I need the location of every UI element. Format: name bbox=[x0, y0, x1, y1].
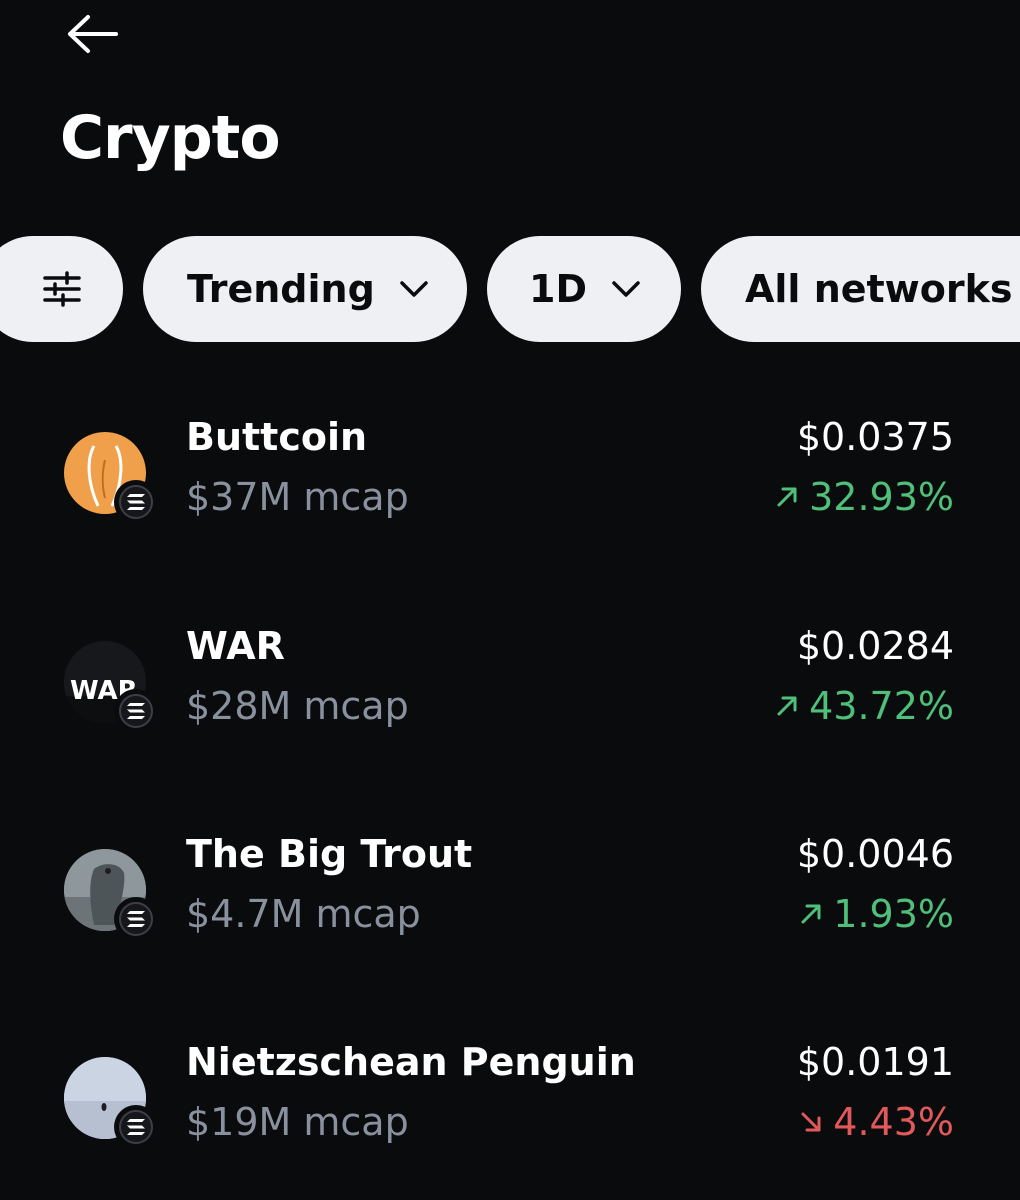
crypto-screen: Crypto Trending 1D All networks Buttcoin… bbox=[0, 0, 1020, 1200]
asset-price: $0.0375 bbox=[796, 415, 954, 459]
arrow-up-right-icon bbox=[775, 694, 799, 718]
sliders-icon bbox=[42, 271, 81, 307]
asset-name: Buttcoin bbox=[186, 415, 368, 459]
asset-change-value: 1.93% bbox=[833, 892, 954, 936]
period-dropdown-label: 1D bbox=[529, 267, 587, 311]
asset-price: $0.0284 bbox=[796, 624, 954, 668]
solana-icon bbox=[127, 1119, 145, 1135]
solana-icon bbox=[127, 911, 145, 927]
period-dropdown[interactable]: 1D bbox=[487, 236, 681, 342]
page-title: Crypto bbox=[60, 103, 281, 173]
asset-name: The Big Trout bbox=[186, 832, 473, 876]
chevron-down-icon bbox=[611, 279, 641, 299]
arrow-down-right-icon bbox=[799, 1110, 823, 1134]
asset-name: WAR bbox=[186, 624, 285, 668]
solana-icon bbox=[127, 703, 145, 719]
solana-icon bbox=[127, 494, 145, 510]
asset-market-cap: $19M mcap bbox=[186, 1100, 409, 1144]
asset-change: 43.72% bbox=[775, 681, 954, 731]
asset-market-cap: $28M mcap bbox=[186, 684, 409, 728]
filter-bar: Trending 1D All networks bbox=[0, 236, 1020, 342]
asset-change-value: 4.43% bbox=[833, 1100, 954, 1144]
asset-row[interactable]: Buttcoin $37M mcap $0.0375 32.93% bbox=[0, 412, 1020, 562]
asset-row[interactable]: The Big Trout $4.7M mcap $0.0046 1.93% bbox=[0, 829, 1020, 979]
filter-settings-button[interactable] bbox=[0, 236, 123, 342]
network-badge bbox=[114, 689, 158, 733]
sort-dropdown-label: Trending bbox=[187, 267, 375, 311]
chevron-down-icon bbox=[399, 279, 429, 299]
asset-change: 32.93% bbox=[775, 472, 954, 522]
asset-change: 1.93% bbox=[799, 889, 954, 939]
asset-row[interactable]: Nietzschean Penguin $19M mcap $0.0191 4.… bbox=[0, 1037, 1020, 1187]
asset-price: $0.0046 bbox=[796, 832, 954, 876]
sort-dropdown[interactable]: Trending bbox=[143, 236, 467, 342]
arrow-up-right-icon bbox=[799, 902, 823, 926]
asset-name: Nietzschean Penguin bbox=[186, 1040, 636, 1084]
asset-price: $0.0191 bbox=[796, 1040, 954, 1084]
asset-change-value: 32.93% bbox=[809, 475, 954, 519]
asset-change-value: 43.72% bbox=[809, 684, 954, 728]
asset-change: 4.43% bbox=[799, 1097, 954, 1147]
network-dropdown-label: All networks bbox=[745, 267, 1013, 311]
network-badge bbox=[114, 1105, 158, 1149]
arrow-up-right-icon bbox=[775, 485, 799, 509]
network-badge bbox=[114, 897, 158, 941]
arrow-left-icon bbox=[68, 15, 118, 53]
network-badge bbox=[114, 480, 158, 524]
back-button[interactable] bbox=[56, 6, 128, 62]
network-dropdown[interactable]: All networks bbox=[701, 236, 1020, 342]
asset-row[interactable]: WAR WAR $28M mcap $0.0284 43.72% bbox=[0, 621, 1020, 771]
asset-market-cap: $4.7M mcap bbox=[186, 892, 421, 936]
asset-market-cap: $37M mcap bbox=[186, 475, 409, 519]
